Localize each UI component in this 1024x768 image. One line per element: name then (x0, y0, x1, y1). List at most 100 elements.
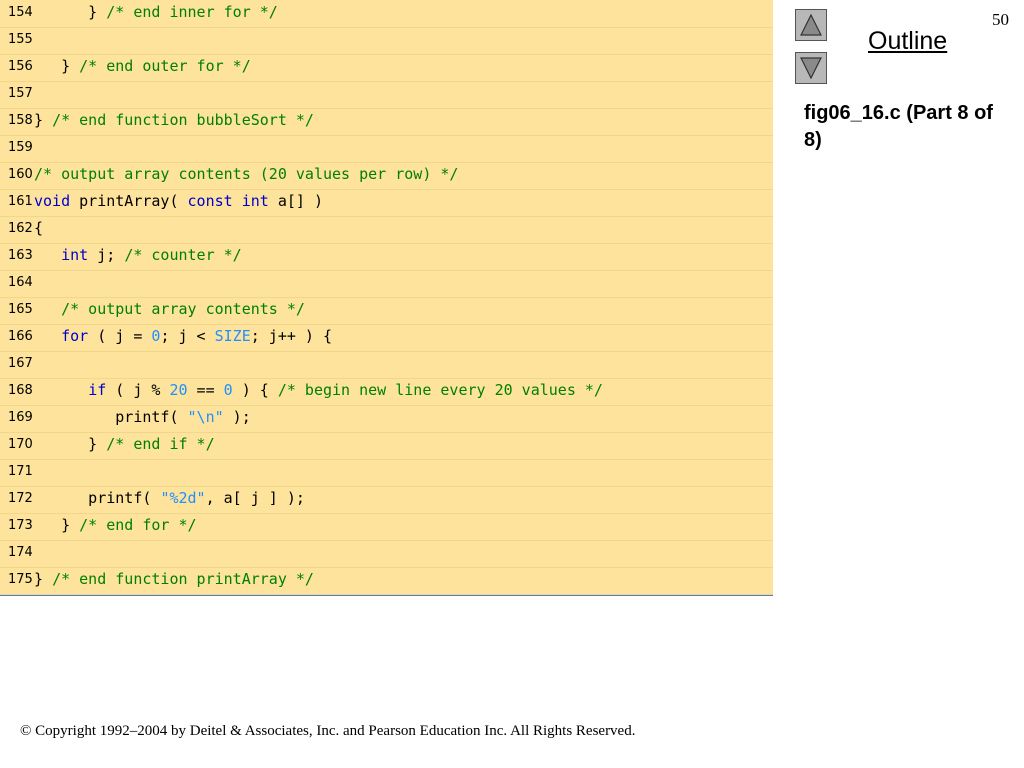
code-token: ) { (232, 381, 278, 399)
code-line: 168 if ( j % 20 == 0 ) { /* begin new li… (0, 378, 773, 406)
code-token: /* output array contents */ (61, 300, 305, 318)
code-token: /* end inner for */ (106, 3, 278, 21)
code-token: /* end function printArray */ (52, 570, 314, 588)
line-number: 162 (8, 221, 33, 236)
code-token: const (187, 192, 233, 210)
line-number: 160 (8, 167, 33, 182)
code-token: { (34, 219, 44, 237)
line-number: 161 (8, 194, 33, 209)
code-line: 170 } /* end if */ (0, 432, 773, 460)
code-line: 171 (0, 459, 773, 487)
code-token: printf( (34, 489, 161, 507)
line-number: 166 (8, 329, 33, 344)
code-line: 156 } /* end outer for */ (0, 54, 773, 82)
line-number: 158 (8, 113, 33, 128)
code-token: if (88, 381, 107, 399)
code-line: 157 (0, 81, 773, 109)
code-token: ; j < (160, 327, 215, 345)
code-token: /* end function bubbleSort */ (52, 111, 314, 129)
code-line: 154 } /* end inner for */ (0, 0, 773, 28)
code-text: printf( "\n" ); (34, 408, 251, 426)
code-token: } (34, 111, 53, 129)
code-token: ; j++ ) { (250, 327, 333, 345)
code-token: SIZE (214, 327, 251, 345)
line-number: 175 (8, 572, 33, 587)
code-token: } (34, 3, 107, 21)
code-text: int j; /* counter */ (34, 246, 242, 264)
code-token: /* end outer for */ (79, 57, 251, 75)
line-number: 168 (8, 383, 33, 398)
next-slide-button[interactable] (795, 52, 827, 84)
line-number: 155 (8, 32, 33, 47)
line-number: 156 (8, 59, 33, 74)
previous-slide-button[interactable] (795, 9, 827, 41)
triangle-up-icon (800, 13, 822, 36)
code-token: 20 (169, 381, 188, 399)
code-token: 0 (223, 381, 233, 399)
code-token: /* begin new line every 20 values */ (277, 381, 603, 399)
code-token: printArray( (70, 192, 188, 210)
code-text: } /* end outer for */ (34, 57, 251, 75)
code-token: , a[ j ] ); (205, 489, 305, 507)
code-text: void printArray( const int a[] ) (34, 192, 323, 210)
code-token: printf( (34, 408, 188, 426)
code-text: /* output array contents */ (34, 300, 305, 318)
code-line: 163 int j; /* counter */ (0, 243, 773, 271)
line-number: 164 (8, 275, 33, 290)
line-number: 159 (8, 140, 33, 155)
outline-link[interactable]: Outline (868, 27, 947, 56)
line-number: 167 (8, 356, 33, 371)
code-token: ( j % (106, 381, 170, 399)
code-line: 175} /* end function printArray */ (0, 567, 773, 595)
code-line: 158} /* end function bubbleSort */ (0, 108, 773, 136)
code-text: for ( j = 0; j < SIZE; j++ ) { (34, 327, 332, 345)
line-number: 169 (8, 410, 33, 425)
code-text: } /* end if */ (34, 435, 215, 453)
code-line: 174 (0, 540, 773, 568)
code-token: } (34, 435, 107, 453)
code-token: /* end for */ (79, 516, 197, 534)
line-number: 173 (8, 518, 33, 533)
code-token: } (34, 516, 80, 534)
code-line: 169 printf( "\n" ); (0, 405, 773, 433)
code-token: for (61, 327, 89, 345)
triangle-down-icon (800, 57, 822, 80)
line-number: 172 (8, 491, 33, 506)
code-line: 159 (0, 135, 773, 163)
code-line: 167 (0, 351, 773, 379)
code-token: void (34, 192, 71, 210)
code-token: /* counter */ (124, 246, 242, 264)
code-token: /* end if */ (106, 435, 215, 453)
code-text: printf( "%2d", a[ j ] ); (34, 489, 305, 507)
code-token: j; (88, 246, 125, 264)
code-token: ); (223, 408, 251, 426)
line-number: 163 (8, 248, 33, 263)
code-token: "\n" (187, 408, 224, 426)
code-token: a[] ) (268, 192, 323, 210)
code-line: 166 for ( j = 0; j < SIZE; j++ ) { (0, 324, 773, 352)
code-line: 161 void printArray( const int a[] ) (0, 189, 773, 217)
code-token: /* output array contents (20 values per … (34, 165, 459, 183)
code-token: } (34, 57, 80, 75)
slide-number: 50 (992, 10, 1009, 29)
code-line: 173 } /* end for */ (0, 513, 773, 541)
code-line: 160/* output array contents (20 values p… (0, 162, 773, 190)
code-text: if ( j % 20 == 0 ) { /* begin new line e… (34, 381, 603, 399)
figure-caption: fig06_16.c (Part 8 of 8) (804, 102, 993, 151)
code-line: 162{ (0, 216, 773, 244)
line-number: 174 (8, 545, 33, 560)
line-number: 170 (8, 437, 33, 452)
code-text: { (34, 219, 43, 237)
code-text: /* output array contents (20 values per … (34, 165, 458, 183)
code-text: } /* end function bubbleSort */ (34, 111, 314, 129)
code-token: ( j = (88, 327, 152, 345)
line-number: 157 (8, 86, 33, 101)
code-line: 164 (0, 270, 773, 298)
code-line: 172 printf( "%2d", a[ j ] ); (0, 486, 773, 514)
code-token: "%2d" (160, 489, 206, 507)
